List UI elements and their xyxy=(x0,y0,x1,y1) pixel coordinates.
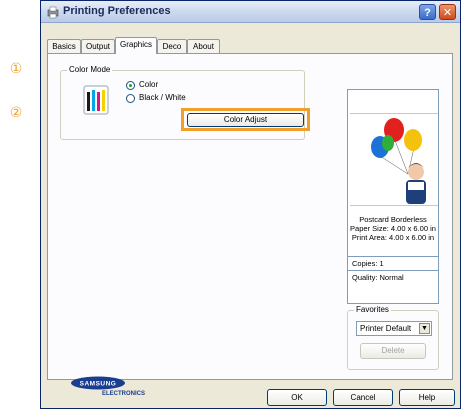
graphics-panel: Color Mode Color Black / White Color Adj… xyxy=(47,53,453,397)
help-button[interactable]: Help xyxy=(399,389,455,406)
favorites-dropdown[interactable]: Printer Default ▼ xyxy=(356,321,432,336)
tab-basics[interactable]: Basics xyxy=(47,39,81,53)
preview-photo xyxy=(350,113,438,206)
window-title: Printing Preferences xyxy=(63,5,171,17)
annotation-marker-1: ① xyxy=(9,60,23,76)
help-icon[interactable]: ? xyxy=(419,4,436,20)
close-icon[interactable]: ✕ xyxy=(439,4,456,20)
tab-graphics[interactable]: Graphics xyxy=(115,37,157,54)
tab-about[interactable]: About xyxy=(187,39,220,53)
color-radio-label[interactable]: Color xyxy=(139,80,158,89)
balloons-child-image xyxy=(371,118,426,204)
favorites-group: Favorites Printer Default ▼ Delete xyxy=(347,305,439,370)
copies-info: Copies: 1 xyxy=(348,256,438,270)
delete-button[interactable]: Delete xyxy=(360,343,426,359)
ok-button[interactable]: OK xyxy=(267,389,327,406)
color-adjust-button[interactable]: Color Adjust xyxy=(187,113,304,127)
printer-icon xyxy=(47,6,59,19)
preview-paper-size: Paper Size: 4.00 x 6.00 in xyxy=(350,224,436,233)
color-mode-group: Color Mode Color Black / White Color Adj… xyxy=(60,65,310,140)
print-preview: Postcard Borderless Paper Size: 4.00 x 6… xyxy=(347,89,439,304)
printing-preferences-window: Printing Preferences ? ✕ Basics Output G… xyxy=(40,0,461,409)
brand-subtitle: ELECTRONICS xyxy=(102,391,146,397)
ink-cartridges-icon xyxy=(83,85,109,115)
brand-name: SAMSUNG xyxy=(80,381,117,388)
favorites-selected: Printer Default xyxy=(360,324,412,333)
chevron-down-icon[interactable]: ▼ xyxy=(419,323,430,334)
black-white-radio-label[interactable]: Black / White xyxy=(139,93,186,102)
color-radio[interactable] xyxy=(126,81,135,90)
preview-media-type: Postcard Borderless xyxy=(359,215,427,224)
samsung-logo-mark: SAMSUNG xyxy=(71,376,125,390)
cancel-button[interactable]: Cancel xyxy=(333,389,393,406)
tab-deco[interactable]: Deco xyxy=(157,39,187,53)
quality-info: Quality: Normal xyxy=(348,270,438,284)
samsung-logo: SAMSUNG ELECTRONICS xyxy=(70,376,145,406)
preview-print-area: Print Area: 4.00 x 6.00 in xyxy=(351,233,435,242)
black-white-radio[interactable] xyxy=(126,94,135,103)
favorites-label: Favorites xyxy=(354,305,391,314)
title-bar[interactable]: Printing Preferences ? ✕ xyxy=(41,1,460,23)
annotation-marker-2: ② xyxy=(9,104,23,120)
tab-output[interactable]: Output xyxy=(81,39,115,53)
color-mode-label: Color Mode xyxy=(67,65,113,74)
